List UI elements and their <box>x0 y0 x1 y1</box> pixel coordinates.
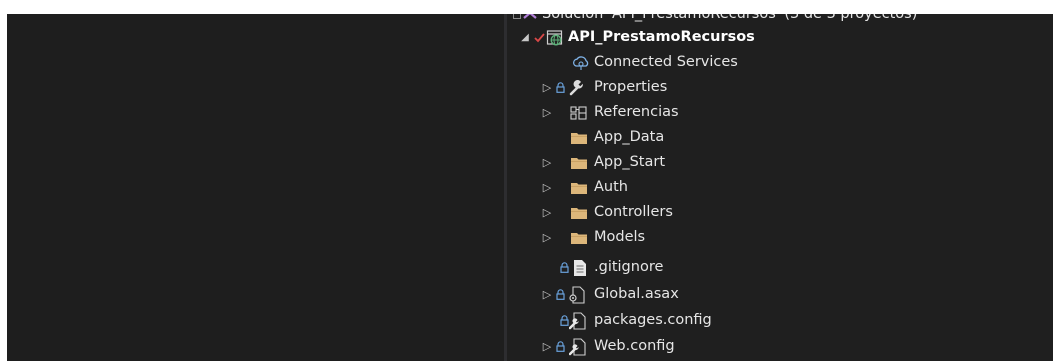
tree-item-label: Controllers <box>594 204 673 220</box>
expand-caret-icon[interactable]: ▷ <box>542 75 552 100</box>
solution-label: Solución 'API_PrestamoRecursos' (3 de 3 … <box>542 14 918 22</box>
expand-caret-icon[interactable]: ▷ <box>542 100 552 125</box>
folder-icon <box>570 175 588 200</box>
tree-item-app-data[interactable]: App_Data <box>507 125 1053 150</box>
tree-item-label: Models <box>594 229 646 245</box>
folder-icon <box>570 125 588 150</box>
expand-caret-icon[interactable]: ▷ <box>542 282 552 307</box>
tree-item-referencias[interactable]: ▷ Referencias <box>507 100 1053 125</box>
solution-explorer: Solución 'API_PrestamoRecursos' (3 de 3 … <box>507 14 1053 361</box>
expand-caret-icon[interactable]: ▷ <box>542 225 552 250</box>
expand-caret-icon[interactable]: ▷ <box>542 200 552 225</box>
tree-item-label: App_Start <box>594 154 665 170</box>
config-file-icon <box>569 334 587 359</box>
tree-item-global-asax[interactable]: ▷ Global.asax <box>507 282 1053 307</box>
tree-item-label: Auth <box>594 179 628 195</box>
tree-item-connected-services[interactable]: Connected Services <box>507 50 1053 75</box>
tree-item-models[interactable]: ▷ Models <box>507 225 1053 250</box>
tree-item-label: Properties <box>594 79 668 95</box>
tree-item-label: Global.asax <box>594 286 679 302</box>
folder-icon <box>570 150 588 175</box>
folder-icon <box>570 225 588 250</box>
references-icon <box>570 100 588 125</box>
tree-item-properties[interactable]: ▷ Properties <box>507 75 1053 100</box>
collapse-caret-icon[interactable]: ◢ <box>520 25 530 50</box>
web-project-icon <box>546 25 564 50</box>
project-row[interactable]: ◢ API_PrestamoRecursos <box>507 25 1053 50</box>
tree-item-packages-config[interactable]: packages.config <box>507 308 1053 333</box>
window-frame: Solución 'API_PrestamoRecursos' (3 de 3 … <box>0 0 1060 361</box>
tree-item-label: App_Data <box>594 129 665 145</box>
expand-box-icon[interactable] <box>513 14 521 19</box>
project-name: API_PrestamoRecursos <box>568 29 755 45</box>
tree-item-label: Connected Services <box>594 54 738 70</box>
lock-icon <box>555 282 565 307</box>
tree-item-auth[interactable]: ▷ Auth <box>507 175 1053 200</box>
expand-caret-icon[interactable]: ▷ <box>542 175 552 200</box>
checkmark-icon <box>533 25 545 50</box>
tree-item-label: Web.config <box>594 338 675 354</box>
editor-area <box>7 14 504 361</box>
asax-file-icon <box>568 282 586 307</box>
lock-icon <box>559 255 569 280</box>
lock-icon <box>559 308 569 333</box>
tree-item-label: packages.config <box>594 312 712 328</box>
lock-icon <box>555 75 565 100</box>
file-icon <box>571 255 589 280</box>
expand-caret-icon[interactable]: ▷ <box>542 334 552 359</box>
connected-services-icon <box>572 50 590 75</box>
config-file-icon <box>569 308 587 333</box>
tree-item-web-config[interactable]: ▷ Web.config <box>507 334 1053 359</box>
folder-icon <box>570 200 588 225</box>
tree-item-gitignore[interactable]: .gitignore <box>507 255 1053 280</box>
tree-item-label: Referencias <box>594 104 679 120</box>
wrench-icon <box>568 75 586 100</box>
tree-item-controllers[interactable]: ▷ Controllers <box>507 200 1053 225</box>
tree-item-label: .gitignore <box>594 259 664 275</box>
expand-caret-icon[interactable]: ▷ <box>542 150 552 175</box>
tree-item-app-start[interactable]: ▷ App_Start <box>507 150 1053 175</box>
lock-icon <box>555 334 565 359</box>
